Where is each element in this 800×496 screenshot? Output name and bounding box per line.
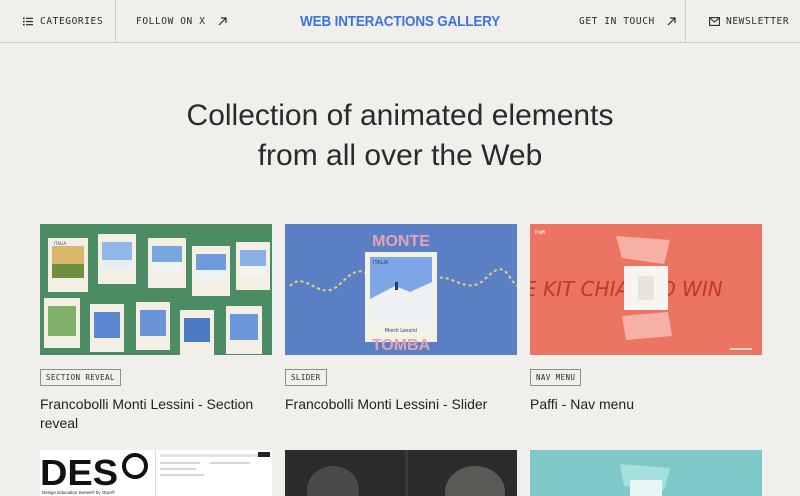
card-thumbnail[interactable]	[530, 450, 762, 496]
stamp-label: ITALIA	[54, 241, 66, 246]
get-in-touch-link[interactable]: GET IN TOUCH	[579, 0, 676, 42]
arrow-up-right-icon	[218, 16, 227, 25]
stamp-country: ITALIA	[373, 260, 389, 266]
card-thumbnail[interactable]: Paffi E KIT CHIA TTO WIN	[530, 224, 762, 355]
card-nav-menu[interactable]: Paffi E KIT CHIA TTO WIN	[530, 224, 762, 355]
card-thumbnail[interactable]: ITALIA	[40, 224, 272, 355]
card-thumbnail[interactable]: DES Design Education Series® by Otoo®	[40, 450, 272, 496]
arrow-up-right-icon	[667, 16, 676, 25]
header-divider	[685, 0, 686, 42]
list-icon	[23, 17, 33, 25]
card-title[interactable]: Francobolli Monti Lessini - Slider	[285, 395, 517, 414]
categories-button[interactable]: CATEGORIES	[23, 0, 103, 42]
follow-label: FOLLOW ON X	[136, 15, 206, 27]
card-title[interactable]: Francobolli Monti Lessini - Section reve…	[40, 395, 272, 433]
category-tag[interactable]: SECTION REVEAL	[40, 369, 121, 386]
card-section-reveal[interactable]: ITALIA	[40, 224, 272, 355]
category-tag[interactable]: NAV MENU	[530, 369, 582, 386]
card-slider[interactable]: MONTE ITALIA Monti Lessini TOMBA	[285, 224, 517, 355]
mail-icon	[709, 16, 720, 26]
stamps-collage-image: ITALIA	[40, 224, 272, 355]
slide-word-bottom: TOMBA	[372, 337, 431, 354]
card-thumbnail[interactable]: MONTE ITALIA Monti Lessini TOMBA	[285, 224, 517, 355]
des-preview-image: DES Design Education Series® by Otoo®	[40, 450, 272, 496]
portrait-preview-image	[285, 450, 517, 496]
paffi-brand: Paffi	[535, 230, 545, 236]
follow-on-x-link[interactable]: FOLLOW ON X	[136, 0, 227, 42]
headline-line-2: from all over the Web	[257, 139, 543, 172]
des-logo: DES	[40, 452, 118, 493]
slide-word-top: MONTE	[372, 233, 430, 250]
nav-menu-preview-image: Paffi E KIT CHIA TTO WIN	[530, 224, 762, 355]
category-tag[interactable]: SLIDER	[285, 369, 327, 386]
brand-title: WEB INTERACTIONS GALLERY	[300, 12, 500, 30]
card-title[interactable]: Paffi - Nav menu	[530, 395, 762, 414]
newsletter-button[interactable]: NEWSLETTER	[709, 0, 789, 42]
newsletter-label: NEWSLETTER	[726, 15, 790, 27]
des-caption: Design Education Series® by Otoo®	[42, 489, 116, 495]
card-thumbnail[interactable]	[285, 450, 517, 496]
header-divider	[115, 0, 116, 42]
contact-label: GET IN TOUCH	[579, 15, 655, 27]
page-headline: Collection of animated elements from all…	[0, 96, 800, 176]
site-logo[interactable]: WEB INTERACTIONS GALLERY	[250, 0, 550, 42]
teal-preview-image	[530, 450, 762, 496]
slider-preview-image: MONTE ITALIA Monti Lessini TOMBA	[285, 224, 517, 355]
headline-line-1: Collection of animated elements	[186, 99, 614, 132]
stamp-name: Monti Lessini	[385, 328, 417, 334]
categories-label: CATEGORIES	[40, 15, 104, 27]
site-header: CATEGORIES FOLLOW ON X WEB INTERACTIONS …	[0, 0, 800, 43]
